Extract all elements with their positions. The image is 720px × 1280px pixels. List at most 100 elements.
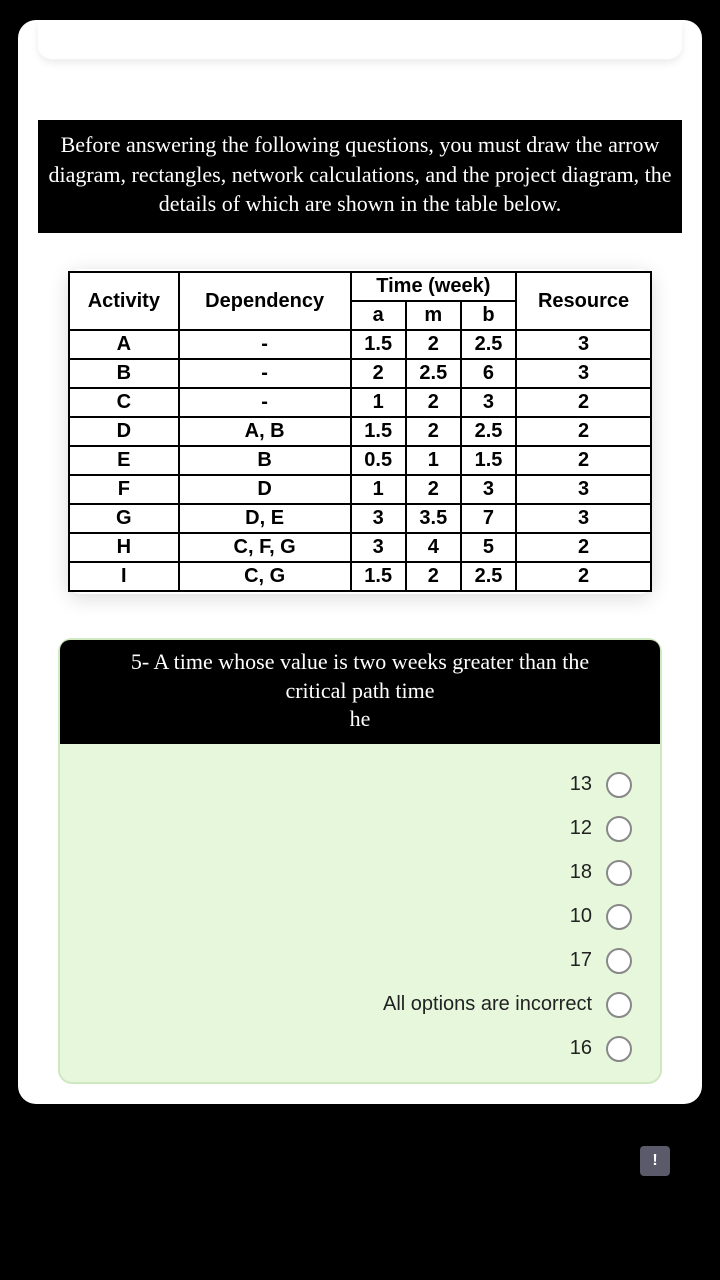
top-divider xyxy=(38,20,682,60)
question-banner: 5- A time whose value is two weeks great… xyxy=(60,640,660,744)
cell-b: 2.5 xyxy=(461,330,516,359)
option-label: 16 xyxy=(570,1037,592,1060)
cell-m: 2 xyxy=(406,562,461,591)
cell-a: 1 xyxy=(351,475,406,504)
question-card: 5- A time whose value is two weeks great… xyxy=(58,638,662,1084)
cell-m: 2 xyxy=(406,330,461,359)
cell-a: 1.5 xyxy=(351,330,406,359)
cell-m: 2 xyxy=(406,417,461,446)
question-line2: critical path time xyxy=(285,678,434,703)
cell-dependency: C, F, G xyxy=(179,533,351,562)
cell-resource: 2 xyxy=(516,562,651,591)
options-list: 13 12 18 10 17 All options are incorrect 16 xyxy=(60,744,660,1062)
cell-a: 0.5 xyxy=(351,446,406,475)
radio-icon[interactable] xyxy=(606,992,632,1018)
table-row: GD, E33.573 xyxy=(69,504,651,533)
cell-m: 1 xyxy=(406,446,461,475)
cell-dependency: D, E xyxy=(179,504,351,533)
cell-resource: 3 xyxy=(516,504,651,533)
cell-b: 3 xyxy=(461,388,516,417)
instruction-banner: Before answering the following questions… xyxy=(38,120,682,233)
col-m: m xyxy=(406,301,461,330)
cell-a: 1 xyxy=(351,388,406,417)
table-row: C-1232 xyxy=(69,388,651,417)
col-time-group: Time (week) xyxy=(351,272,516,301)
option-row[interactable]: 10 xyxy=(570,904,632,930)
option-label: 13 xyxy=(570,773,592,796)
cell-b: 3 xyxy=(461,475,516,504)
cell-resource: 3 xyxy=(516,475,651,504)
cell-activity: G xyxy=(69,504,179,533)
cell-a: 1.5 xyxy=(351,562,406,591)
cell-dependency: C, G xyxy=(179,562,351,591)
cell-m: 2 xyxy=(406,388,461,417)
option-label: 12 xyxy=(570,817,592,840)
table-row: EB0.511.52 xyxy=(69,446,651,475)
cell-b: 1.5 xyxy=(461,446,516,475)
cell-activity: A xyxy=(69,330,179,359)
radio-icon[interactable] xyxy=(606,816,632,842)
cell-activity: C xyxy=(69,388,179,417)
radio-icon[interactable] xyxy=(606,772,632,798)
cell-activity: F xyxy=(69,475,179,504)
option-label: 18 xyxy=(570,861,592,884)
col-a: a xyxy=(351,301,406,330)
option-row[interactable]: 13 xyxy=(570,772,632,798)
cell-resource: 2 xyxy=(516,446,651,475)
option-row[interactable]: 17 xyxy=(570,948,632,974)
activity-table: Activity Dependency Time (week) Resource… xyxy=(68,271,652,592)
cell-resource: 3 xyxy=(516,330,651,359)
cell-a: 3 xyxy=(351,504,406,533)
cell-b: 5 xyxy=(461,533,516,562)
cell-dependency: - xyxy=(179,359,351,388)
radio-icon[interactable] xyxy=(606,860,632,886)
cell-a: 3 xyxy=(351,533,406,562)
exclamation-icon: ! xyxy=(652,1152,657,1170)
option-label: 17 xyxy=(570,949,592,972)
table-row: DA, B1.522.52 xyxy=(69,417,651,446)
table-row: B-22.563 xyxy=(69,359,651,388)
cell-resource: 3 xyxy=(516,359,651,388)
option-row[interactable]: 18 xyxy=(570,860,632,886)
cell-a: 1.5 xyxy=(351,417,406,446)
cell-a: 2 xyxy=(351,359,406,388)
option-row[interactable]: 12 xyxy=(570,816,632,842)
page-card: Before answering the following questions… xyxy=(18,20,702,1104)
cell-m: 2.5 xyxy=(406,359,461,388)
cell-m: 4 xyxy=(406,533,461,562)
cell-activity: H xyxy=(69,533,179,562)
cell-b: 2.5 xyxy=(461,562,516,591)
cell-dependency: B xyxy=(179,446,351,475)
radio-icon[interactable] xyxy=(606,1036,632,1062)
table-row: IC, G1.522.52 xyxy=(69,562,651,591)
cell-b: 2.5 xyxy=(461,417,516,446)
table-row: A-1.522.53 xyxy=(69,330,651,359)
cell-b: 7 xyxy=(461,504,516,533)
cell-dependency: D xyxy=(179,475,351,504)
col-b: b xyxy=(461,301,516,330)
option-label: 10 xyxy=(570,905,592,928)
report-button[interactable]: ! xyxy=(640,1146,670,1176)
question-line1: 5- A time whose value is two weeks great… xyxy=(131,649,589,674)
cell-dependency: A, B xyxy=(179,417,351,446)
option-row[interactable]: 16 xyxy=(570,1036,632,1062)
cell-dependency: - xyxy=(179,330,351,359)
radio-icon[interactable] xyxy=(606,904,632,930)
activity-table-wrap: Activity Dependency Time (week) Resource… xyxy=(68,269,652,594)
home-indicator xyxy=(275,1267,445,1274)
table-row: HC, F, G3452 xyxy=(69,533,651,562)
cell-activity: B xyxy=(69,359,179,388)
cell-activity: I xyxy=(69,562,179,591)
option-label: All options are incorrect xyxy=(383,993,592,1016)
col-resource: Resource xyxy=(516,272,651,330)
cell-resource: 2 xyxy=(516,417,651,446)
cell-activity: D xyxy=(69,417,179,446)
option-row[interactable]: All options are incorrect xyxy=(383,992,632,1018)
col-dependency: Dependency xyxy=(179,272,351,330)
radio-icon[interactable] xyxy=(606,948,632,974)
cell-m: 2 xyxy=(406,475,461,504)
col-activity: Activity xyxy=(69,272,179,330)
cell-resource: 2 xyxy=(516,388,651,417)
cell-dependency: - xyxy=(179,388,351,417)
question-line3: he xyxy=(350,706,371,731)
